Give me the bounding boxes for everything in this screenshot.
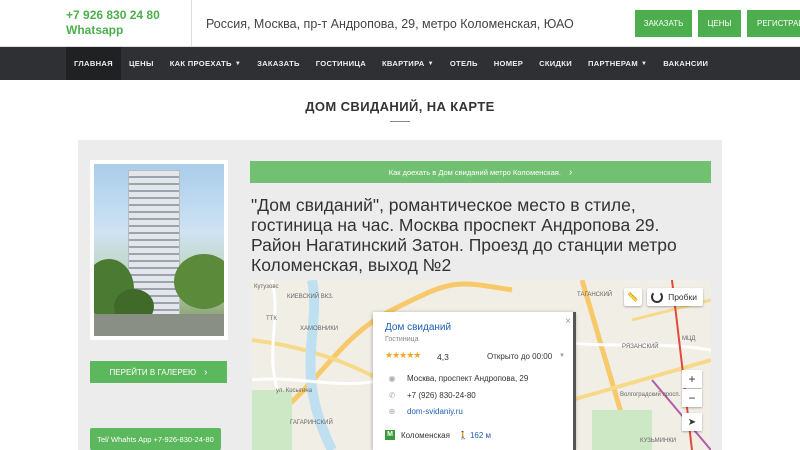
map-label: Киевский вкз.: [287, 294, 334, 300]
nav-item-label: ПАРТНЕРАМ: [587, 59, 638, 68]
ruler-icon[interactable]: 📏: [624, 288, 642, 306]
contact-box: +7 926 830 24 80 Whatsapp: [52, 0, 192, 47]
gallery-button-label: ПЕРЕЙТИ В ГАЛЕРЕЮ: [109, 367, 197, 377]
map-info-card: × Дом свиданий Гостиница ★★★★★ 4,3 Откры…: [373, 312, 575, 450]
traffic-label: Пробки: [668, 292, 697, 302]
nav-item-label: ВАКАНСИИ: [663, 59, 709, 68]
zoom-in-button[interactable]: +: [682, 370, 702, 388]
register-button[interactable]: РЕГИСТРАЦ: [747, 10, 800, 37]
map-label: ул. Косыгина: [276, 388, 313, 394]
nav-item[interactable]: НОМЕР: [486, 47, 531, 80]
nav-item-label: ГЛАВНАЯ: [74, 59, 113, 68]
nav-item-label: СКИДКИ: [539, 59, 572, 68]
nav-item[interactable]: ВАКАНСИИ: [655, 47, 716, 80]
card-address: Москва, проспект Андропова, 29: [407, 374, 529, 383]
chevron-right-icon: ›: [568, 166, 573, 178]
nav-item-label: КАК ПРОЕХАТЬ: [169, 59, 232, 68]
gallery-button[interactable]: ПЕРЕЙТИ В ГАЛЕРЕЮ ›: [90, 361, 227, 383]
directions-button[interactable]: Как доехать в Дом свиданий метро Коломен…: [250, 161, 711, 183]
pin-icon: ◉: [388, 374, 396, 383]
nav-item[interactable]: ЗАКАЗАТЬ: [249, 47, 308, 80]
hotel-photo[interactable]: [90, 160, 228, 340]
chevron-right-icon: ›: [204, 366, 208, 378]
phone-icon: ✆: [388, 391, 396, 400]
card-metro-row: М Коломенская 🚶 162 м: [385, 430, 491, 440]
caret-down-icon: ▼: [427, 60, 434, 67]
nav-item-label: ГОСТИНИЦА: [315, 59, 366, 68]
building-image: [94, 164, 224, 336]
card-address-row: ◉ Москва, проспект Андропова, 29: [385, 374, 529, 383]
main-nav: ГЛАВНАЯ ЦЕНЫ КАК ПРОЕХАТЬ ▼ ЗАКАЗАТЬ ГОСТИНИЦ…: [0, 47, 800, 80]
caret-down-icon: ▼: [640, 60, 648, 67]
map-label: Кутузовс: [254, 284, 279, 290]
nav-item[interactable]: ГЛАВНАЯ: [66, 47, 121, 80]
walk-icon: 🚶: [457, 430, 468, 440]
chevron-down-icon: ▼: [559, 353, 565, 359]
header-address: Россия, Москва, пр-т Андропова, 29, метр…: [206, 17, 574, 31]
nav-item[interactable]: СКИДКИ: [531, 47, 580, 80]
order-button[interactable]: ЗАКАЗАТЬ: [635, 10, 692, 37]
caret-down-icon: ▼: [234, 60, 242, 67]
metro-station: Коломенская: [401, 430, 450, 440]
page-title: ДОМ СВИДАНИЙ, НА КАРТЕ: [305, 99, 495, 114]
map-label: ГАГАРИНСКИЙ: [290, 420, 333, 426]
title-divider: [390, 121, 410, 122]
map-label: МЦД: [682, 336, 696, 342]
nav-item-label: КВАРТИРА: [381, 59, 425, 68]
close-icon[interactable]: ×: [565, 316, 571, 327]
card-phone-row: ✆ +7 (926) 830-24-80: [385, 391, 476, 400]
geolocation-icon[interactable]: ➤: [682, 413, 702, 431]
map-label: ТТК: [266, 316, 277, 322]
nav-item[interactable]: ГОСТИНИЦА: [308, 47, 374, 80]
place-name-link[interactable]: Дом свиданий: [385, 322, 451, 333]
prices-button[interactable]: ЦЕНЫ: [698, 10, 741, 37]
nav-item-label: ОТЕЛЬ: [449, 59, 478, 68]
whatsapp-link[interactable]: Whatsapp: [66, 23, 191, 38]
whatsapp-button[interactable]: Tel/ Whahts App +7-926-830-24-80: [90, 428, 221, 450]
top-bar: +7 926 830 24 80 Whatsapp Россия, Москва…: [0, 0, 800, 47]
map-label: ХАМОВНИКИ: [300, 326, 339, 332]
opening-hours[interactable]: Открыто до 00:00: [487, 352, 552, 361]
map-label: КУЗЬМИНКИ: [640, 438, 677, 444]
nav-item[interactable]: ЦЕНЫ: [121, 47, 162, 80]
metro-distance: 162 м: [469, 430, 492, 440]
card-scrollbar[interactable]: [573, 312, 576, 450]
nav-item-label: НОМЕР: [493, 59, 524, 68]
phone-link[interactable]: +7 926 830 24 80: [66, 8, 191, 23]
card-site-row: ⊕ dom-svidaniy.ru: [385, 407, 463, 416]
card-site-link[interactable]: dom-svidaniy.ru: [407, 407, 463, 416]
directions-button-label: Как доехать в Дом свиданий метро Коломен…: [388, 167, 561, 177]
nav-item[interactable]: КАК ПРОЕХАТЬ ▼: [162, 47, 249, 80]
rating-value: 4,3: [437, 352, 449, 362]
nav-item-label: ЦЕНЫ: [128, 59, 154, 68]
zoom-out-button[interactable]: −: [682, 389, 702, 407]
nav-item-label: ЗАКАЗАТЬ: [257, 59, 300, 68]
nav-item[interactable]: КВАРТИРА ▼: [374, 47, 442, 80]
map-label: ТАГАНСКИЙ: [577, 292, 613, 298]
nav-item[interactable]: ОТЕЛЬ: [442, 47, 486, 80]
metro-icon: М: [385, 430, 395, 440]
place-category: Гостиница: [385, 336, 419, 343]
nav-list: ГЛАВНАЯ ЦЕНЫ КАК ПРОЕХАТЬ ▼ ЗАКАЗАТЬ ГОСТИНИЦ…: [66, 47, 716, 80]
traffic-button[interactable]: Пробки: [647, 288, 703, 306]
map-label: Волгоградский просп.: [620, 392, 681, 398]
hotel-description: "Дом свиданий", романтическое место в ст…: [251, 195, 677, 275]
map-label: РЯЗАНСКИЙ: [622, 344, 659, 350]
card-phone[interactable]: +7 (926) 830-24-80: [407, 391, 476, 400]
rating-stars: ★★★★★: [385, 350, 421, 360]
globe-icon: ⊕: [388, 407, 396, 416]
traffic-icon: [651, 291, 663, 303]
nav-item[interactable]: ПАРТНЕРАМ ▼: [580, 47, 655, 80]
